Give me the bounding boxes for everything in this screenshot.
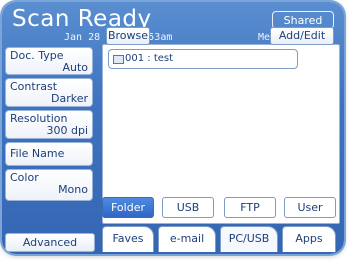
- tab-faves[interactable]: Faves: [102, 226, 154, 252]
- contrast-value: Darker: [50, 92, 88, 105]
- color-button[interactable]: Color Mono: [5, 169, 93, 201]
- file-name-button[interactable]: File Name: [5, 142, 93, 166]
- color-value: Mono: [58, 183, 88, 196]
- doc-type-value: Auto: [62, 61, 88, 74]
- file-name-label: File Name: [10, 147, 65, 160]
- dest-folder-button[interactable]: Folder: [102, 197, 154, 218]
- tab-e-mail[interactable]: e-mail: [158, 226, 216, 252]
- dest-ftp-button[interactable]: FTP: [224, 197, 276, 218]
- add-edit-button[interactable]: Add/Edit: [270, 27, 334, 45]
- resolution-button[interactable]: Resolution 300 dpi: [5, 110, 93, 139]
- folder-entry-label: 001 : test: [125, 53, 174, 64]
- dest-usb-button[interactable]: USB: [162, 197, 214, 218]
- advanced-button[interactable]: Advanced: [5, 233, 95, 252]
- doc-type-label: Doc. Type: [10, 49, 64, 62]
- resolution-value: 300 dpi: [46, 124, 88, 137]
- color-label: Color: [10, 171, 39, 184]
- device-bezel: Scan Ready Shared Jan 28 2010 4:53am Mem…: [0, 0, 350, 260]
- dest-user-button[interactable]: User: [284, 197, 336, 218]
- browse-button[interactable]: Browse: [106, 27, 150, 45]
- contrast-button[interactable]: Contrast Darker: [5, 78, 93, 107]
- touch-screen: Scan Ready Shared Jan 28 2010 4:53am Mem…: [2, 2, 344, 254]
- folder-icon: [113, 55, 124, 64]
- doc-type-button[interactable]: Doc. Type Auto: [5, 47, 93, 75]
- folder-entry[interactable]: 001 : test: [108, 49, 298, 69]
- tab-apps[interactable]: Apps: [282, 226, 336, 252]
- tab-pc-usb[interactable]: PC/USB: [220, 226, 278, 252]
- contrast-label: Contrast: [10, 80, 58, 93]
